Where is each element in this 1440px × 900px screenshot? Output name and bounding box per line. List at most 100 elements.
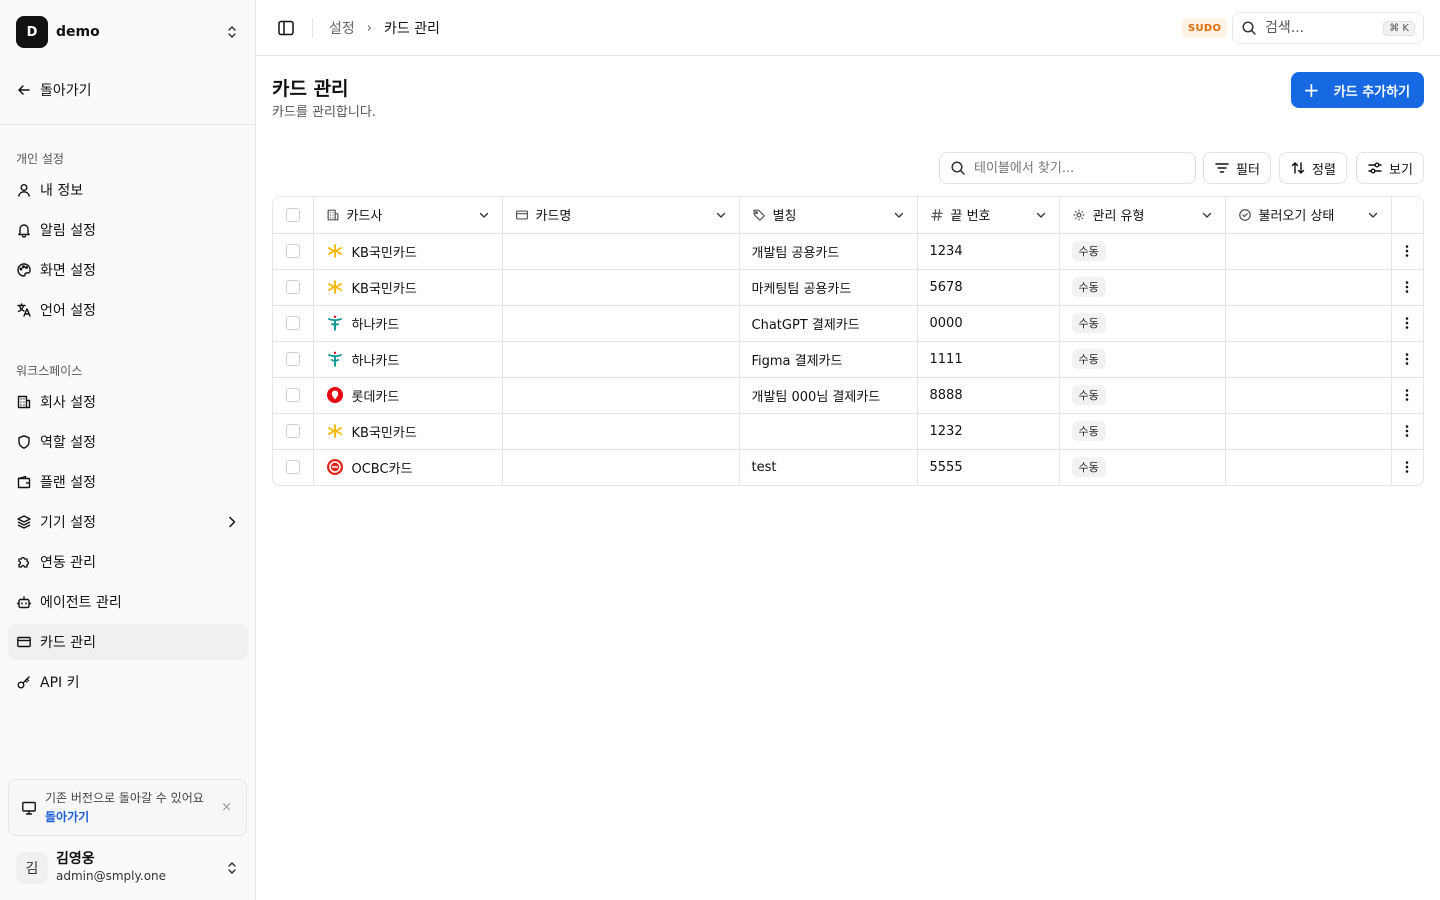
column-label: 카드명 (535, 209, 572, 225)
table-row[interactable]: KB국민카드 1232 수동 (273, 413, 1423, 450)
sidebar-item-label: 내 정보 (40, 183, 84, 199)
management-type-cell: 수동 (1059, 413, 1226, 450)
column-header-card-name[interactable]: 카드명 (502, 197, 740, 234)
chevron-down-icon (716, 212, 725, 218)
global-search-input[interactable] (1265, 20, 1375, 36)
card-name-cell (502, 233, 740, 270)
issuer-cell: KB국민카드 (313, 269, 503, 306)
row-checkbox[interactable] (285, 352, 300, 366)
management-type-badge: 수동 (1071, 313, 1106, 333)
plus-icon: + (1303, 78, 1320, 102)
sidebar-item-company[interactable]: 회사 설정 (8, 384, 248, 420)
more-vertical-icon[interactable] (1399, 351, 1415, 367)
back-link[interactable]: 돌아가기 (8, 72, 248, 108)
search-icon (951, 161, 965, 175)
issuer-cell: OCBC카드 (313, 449, 503, 485)
view-button-label: 보기 (1389, 162, 1413, 178)
table-row[interactable]: 롯데카드 개발팀 000님 결제카드 8888 수동 (273, 377, 1423, 414)
more-vertical-icon[interactable] (1399, 243, 1415, 259)
chevron-down-icon (479, 212, 488, 218)
row-checkbox[interactable] (285, 280, 300, 294)
breadcrumb: 설정 › 카드 관리 (329, 18, 440, 38)
select-all-checkbox[interactable] (285, 207, 300, 222)
more-vertical-icon[interactable] (1399, 387, 1415, 403)
issuer-name: KB국민카드 (351, 425, 417, 441)
global-search[interactable]: ⌘ K (1232, 12, 1424, 44)
column-header-management-type[interactable]: 관리 유형 (1059, 197, 1226, 234)
column-header-import-status[interactable]: 불러오기 상태 (1225, 197, 1392, 234)
sidebar-item-profile[interactable]: 내 정보 (8, 172, 248, 208)
filter-button[interactable]: 필터 (1203, 152, 1271, 184)
issuer-cell: KB국민카드 (313, 233, 503, 270)
sidebar-item-display[interactable]: 화면 설정 (8, 252, 248, 288)
row-select-cell (273, 413, 314, 450)
table-search-input[interactable] (974, 160, 1184, 176)
column-header-issuer[interactable]: 카드사 (313, 197, 503, 234)
chevron-right-icon (229, 516, 236, 528)
row-actions-cell (1391, 341, 1423, 378)
table-header-row: 카드사 카드명 별칭 끝 번호 관리 유형 불러오기 상태 (273, 197, 1423, 234)
issuer-cell: 롯데카드 (313, 377, 503, 414)
row-actions-cell (1391, 269, 1423, 306)
column-header-alias[interactable]: 별칭 (739, 197, 918, 234)
gear-icon (1073, 209, 1084, 221)
more-vertical-icon[interactable] (1399, 279, 1415, 295)
sidebar-divider (0, 124, 255, 125)
palette-icon (17, 263, 31, 277)
sidebar-item-notifications[interactable]: 알림 설정 (8, 212, 248, 248)
table-row[interactable]: KB국민카드 개발팀 공용카드 1234 수동 (273, 233, 1423, 270)
alias-cell: 개발팀 000님 결제카드 (739, 377, 918, 414)
sidebar-item-plan[interactable]: 플랜 설정 (8, 464, 248, 500)
main-content: 설정 › 카드 관리 SUDO ⌘ K 카드 관리 카드를 관리합니다. + 카… (256, 0, 1440, 900)
more-vertical-icon[interactable] (1399, 423, 1415, 439)
sidebar-item-agents[interactable]: 에이전트 관리 (8, 584, 248, 620)
sidebar-item-api-keys[interactable]: API 키 (8, 664, 248, 700)
last-digits-cell: 1234 (917, 233, 1060, 270)
close-icon[interactable]: × (221, 800, 232, 815)
table-search[interactable] (939, 152, 1196, 184)
sidebar-item-label: 역할 설정 (40, 435, 96, 451)
row-checkbox[interactable] (285, 424, 300, 438)
user-icon (18, 184, 30, 197)
lotte-card-logo-icon (326, 387, 343, 403)
sidebar-item-integrations[interactable]: 연동 관리 (8, 544, 248, 580)
management-type-badge: 수동 (1071, 385, 1106, 405)
legacy-version-notice: 기존 버전으로 돌아갈 수 있어요 돌아가기 × (8, 779, 247, 836)
chevrons-up-down-icon (228, 862, 236, 874)
user-name: 김영웅 (56, 851, 95, 867)
hana-card-logo-icon (327, 351, 342, 367)
management-type-badge: 수동 (1071, 349, 1106, 369)
column-header-last-digits[interactable]: 끝 번호 (917, 197, 1060, 234)
row-checkbox[interactable] (285, 460, 300, 475)
add-card-button[interactable]: + 카드 추가하기 (1291, 72, 1424, 108)
workspace-switcher[interactable]: D demo (8, 8, 248, 56)
sort-button[interactable]: 정렬 (1279, 152, 1347, 184)
notice-back-link[interactable]: 돌아가기 (45, 808, 204, 825)
more-vertical-icon[interactable] (1399, 315, 1415, 331)
breadcrumb-settings[interactable]: 설정 (329, 18, 355, 38)
sidebar-item-devices[interactable]: 기기 설정 (8, 504, 248, 540)
row-checkbox[interactable] (285, 316, 300, 330)
view-button[interactable]: 보기 (1356, 152, 1424, 184)
table-row[interactable]: OCBC카드 test 5555 수동 (273, 449, 1423, 485)
row-checkbox[interactable] (285, 244, 300, 258)
table-row[interactable]: 하나카드 ChatGPT 결제카드 0000 수동 (273, 305, 1423, 342)
building-icon (327, 209, 338, 221)
column-label: 별칭 (772, 209, 797, 225)
table-row[interactable]: 하나카드 Figma 결제카드 1111 수동 (273, 341, 1423, 378)
avatar: 김 (16, 852, 48, 884)
sidebar-item-cards[interactable]: 카드 관리 (8, 624, 248, 660)
bell-icon (18, 224, 30, 238)
management-type-cell: 수동 (1059, 341, 1226, 378)
sidebar-toggle-icon[interactable] (276, 18, 296, 38)
sidebar-item-language[interactable]: 언어 설정 (8, 292, 248, 328)
row-actions-cell (1391, 413, 1423, 450)
row-checkbox[interactable] (285, 388, 300, 402)
ocbc-card-logo-icon (326, 459, 343, 476)
table-row[interactable]: KB국민카드 마케팅팀 공용카드 5678 수동 (273, 269, 1423, 306)
column-header-actions (1391, 197, 1423, 234)
sidebar-item-roles[interactable]: 역할 설정 (8, 424, 248, 460)
column-label: 불러오기 상태 (1258, 209, 1335, 225)
user-menu[interactable]: 김 김영웅 admin@smply.one (8, 844, 248, 892)
more-vertical-icon[interactable] (1399, 459, 1415, 475)
